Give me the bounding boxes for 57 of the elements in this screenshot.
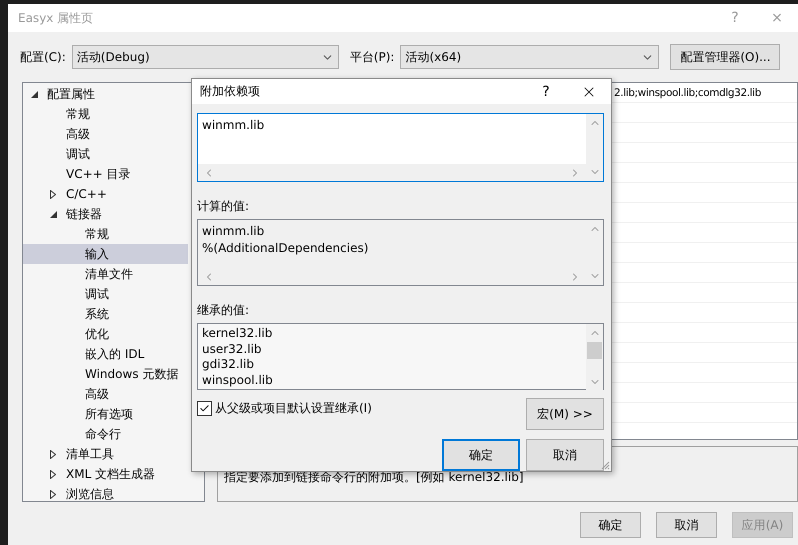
collapsed-arrow-icon[interactable] — [50, 490, 56, 498]
section-label: 继承的值: — [197, 302, 250, 319]
dialog-button[interactable]: 取消 — [656, 512, 717, 538]
tree-item[interactable]: 清单工具 — [23, 444, 188, 464]
tree-item[interactable]: 链接器 — [23, 204, 188, 224]
scrollbar-thumb[interactable] — [587, 342, 602, 359]
tree-item[interactable]: VC++ 目录 — [23, 164, 188, 184]
tree-item[interactable]: 调试 — [23, 284, 188, 304]
resize-grip-icon[interactable] — [600, 460, 610, 470]
tree-item[interactable]: 常规 — [23, 104, 188, 124]
checkbox-label: 从父级或项目默认设置继承(I) — [215, 400, 372, 416]
macros-button[interactable]: 宏(M) >> — [526, 398, 604, 430]
configuration-manager-button[interactable]: 配置管理器(O)... — [670, 44, 780, 70]
computed-value: winmm.lib — [202, 223, 266, 240]
expanded-arrow-icon[interactable] — [31, 90, 38, 98]
cancel-button[interactable]: 取消 — [526, 439, 604, 471]
tree-item[interactable]: 嵌入的 IDL — [23, 344, 188, 364]
collapsed-arrow-icon[interactable] — [50, 190, 56, 198]
inherited-value: kernel32.lib — [202, 326, 274, 342]
description-text: 指定要添加到链接命令行的附加项。[例如 kernel32.lib] — [224, 470, 524, 484]
checkbox[interactable] — [197, 400, 212, 416]
window-title: Easyx 属性页 — [18, 10, 94, 26]
help-button[interactable]: ? — [525, 84, 567, 100]
tree-item[interactable]: 常规 — [23, 224, 188, 244]
tree-item[interactable]: 浏览信息 — [23, 484, 188, 501]
tree-item[interactable]: 优化 — [23, 324, 188, 344]
tree-item[interactable]: 高级 — [23, 124, 188, 144]
platform-dropdown[interactable]: 活动(x64) — [400, 45, 660, 69]
ok-button[interactable]: 确定 — [442, 439, 520, 471]
check-icon — [199, 402, 210, 414]
inherited-value: gdi32.lib — [202, 357, 255, 372]
field-label: 平台(P): — [350, 48, 394, 66]
tree-item[interactable]: 高级 — [23, 384, 188, 404]
dependencies-input[interactable]: winmm.lib — [197, 113, 604, 182]
computed-value: %(AdditionalDependencies) — [202, 240, 370, 257]
field-label: 配置(C): — [20, 48, 66, 66]
section-label: 计算的值: — [197, 198, 250, 215]
tree-item[interactable]: 输入 — [23, 244, 188, 264]
tree-item[interactable]: 所有选项 — [23, 404, 188, 424]
dialog-button[interactable]: 确定 — [580, 512, 641, 538]
dialog-title: 附加依赖项 — [200, 83, 261, 100]
inherited-value: user32.lib — [202, 342, 263, 357]
collapsed-arrow-icon[interactable] — [50, 450, 56, 458]
expanded-arrow-icon[interactable] — [50, 210, 57, 218]
text-input[interactable]: winmm.lib — [202, 117, 582, 134]
tree-item[interactable]: Windows 元数据 — [23, 364, 188, 384]
collapsed-arrow-icon[interactable] — [50, 470, 56, 478]
tree-item[interactable]: C/C++ — [23, 184, 188, 204]
tree-item[interactable]: XML 文档生成器 — [23, 464, 188, 484]
tree-item[interactable]: 清单文件 — [23, 264, 188, 284]
inherited-value: winspool.lib — [202, 372, 274, 388]
tree-item[interactable]: 命令行 — [23, 424, 188, 444]
tree-item[interactable]: 配置属性 — [23, 84, 188, 104]
property-value[interactable]: 2.lib;winspool.lib;comdlg32.lib — [614, 86, 761, 98]
tree-item[interactable]: 调试 — [23, 144, 188, 164]
configuration-dropdown[interactable]: 活动(Debug) — [72, 45, 339, 69]
tree-item[interactable]: 系统 — [23, 304, 188, 324]
